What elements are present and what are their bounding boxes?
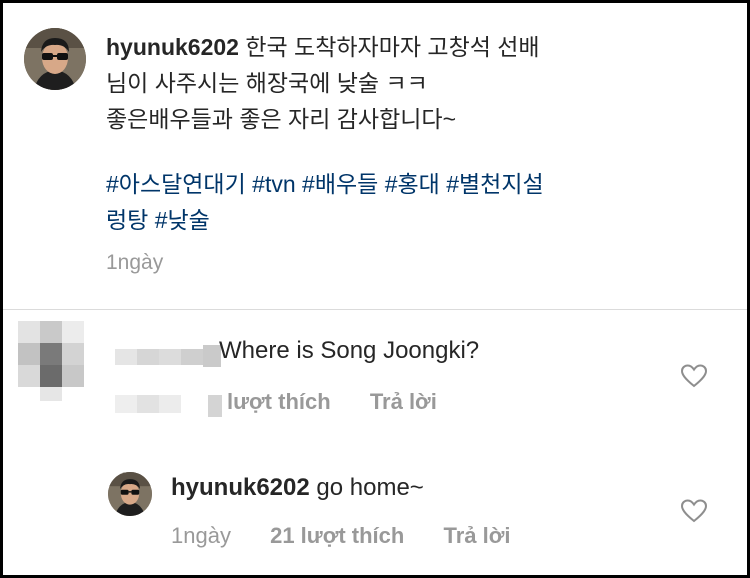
reply-username[interactable]: hyunuk6202 — [171, 474, 310, 501]
avatar[interactable] — [108, 472, 152, 516]
caption: hyunuk6202 한국 도착하자마자 고창석 선배 님이 사주시는 해장국에… — [106, 29, 666, 137]
reply-button[interactable]: Trả lời — [370, 389, 437, 414]
hashtag-link[interactable]: #tvn — [252, 171, 295, 197]
hashtag-link[interactable]: #아스달연대기 — [106, 171, 246, 197]
caption-line: 좋은배우들과 좋은 자리 감사합니다~ — [106, 106, 457, 132]
post-username[interactable]: hyunuk6202 — [106, 34, 239, 60]
reply-body: go home~ — [316, 474, 424, 501]
avatar[interactable] — [24, 28, 86, 90]
comments-panel: hyunuk6202 한국 도착하자마자 고창석 선배 님이 사주시는 해장국에… — [3, 3, 747, 575]
comment-actions: lượt thích Trả lời — [227, 389, 470, 415]
avatar-photo — [108, 472, 152, 516]
caption-line: 한국 도착하자마자 고창석 선배 — [245, 34, 540, 60]
like-count-link[interactable]: lượt thích — [227, 389, 331, 414]
post-timestamp: 1ngày — [106, 251, 164, 274]
like-count-link[interactable]: 21 lượt thích — [270, 523, 404, 548]
reply-actions: 1ngày 21 lượt thích Trả lời — [171, 523, 543, 549]
avatar-photo — [24, 28, 86, 90]
reply-button[interactable]: Trả lời — [443, 523, 510, 548]
heart-outline-icon[interactable] — [681, 499, 707, 523]
comment-text: Where is Song Joongki? — [219, 337, 480, 364]
divider — [3, 309, 747, 310]
caption-line: 님이 사주시는 해장국에 낮술 ㅋㅋ — [106, 70, 428, 96]
hashtag-link[interactable]: #홍대 — [385, 171, 440, 197]
censored-avatar-and-username — [18, 321, 223, 421]
reply-text: hyunuk6202 go home~ — [171, 474, 424, 502]
hashtag-list: #아스달연대기 #tvn #배우들 #홍대 #별천지설 렁탕 #낮술 — [106, 166, 666, 238]
hashtag-link[interactable]: 렁탕 — [106, 207, 148, 233]
hashtag-link[interactable]: #별천지설 — [446, 171, 543, 197]
reply-timestamp: 1ngày — [171, 523, 231, 548]
hashtag-link[interactable]: #낮술 — [155, 207, 210, 233]
post-caption: hyunuk6202 한국 도착하자마자 고창석 선배 님이 사주시는 해장국에… — [3, 3, 747, 308]
hashtag-link[interactable]: #배우들 — [302, 171, 378, 197]
heart-outline-icon[interactable] — [681, 364, 707, 388]
